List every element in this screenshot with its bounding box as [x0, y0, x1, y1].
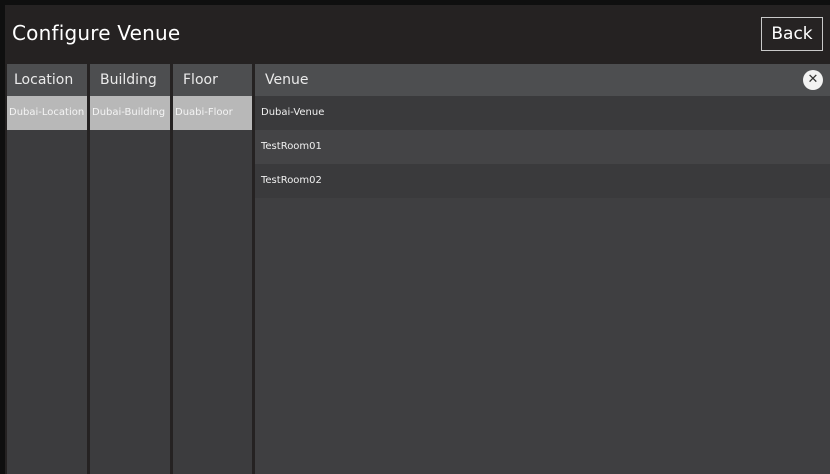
location-item[interactable]: Dubai-Location	[7, 96, 87, 130]
building-column: Building Dubai-Building	[90, 64, 170, 474]
venue-column-header: Venue ✕	[255, 64, 830, 96]
venue-list-item[interactable]: Dubai-Venue	[255, 96, 830, 130]
page-header: Configure Venue Back	[5, 5, 830, 63]
page-title: Configure Venue	[12, 21, 181, 45]
building-item[interactable]: Dubai-Building	[90, 96, 170, 130]
floor-column: Floor Duabi-Floor	[173, 64, 252, 474]
floor-column-header: Floor	[173, 64, 252, 96]
venue-list-item[interactable]: TestRoom01	[255, 130, 830, 164]
location-column-header: Location	[7, 64, 87, 96]
floor-item[interactable]: Duabi-Floor	[173, 96, 252, 130]
location-column: Location Dubai-Location	[7, 64, 87, 474]
venue-list-item[interactable]: TestRoom02	[255, 164, 830, 198]
close-icon[interactable]: ✕	[803, 70, 823, 90]
venue-column: Venue ✕ Dubai-Venue TestRoom01 TestRoom0…	[255, 64, 830, 474]
app-window: Configure Venue Back Location Dubai-Loca…	[5, 5, 830, 474]
building-column-header: Building	[90, 64, 170, 96]
back-button[interactable]: Back	[761, 17, 823, 51]
venue-column-title: Venue	[265, 72, 309, 88]
